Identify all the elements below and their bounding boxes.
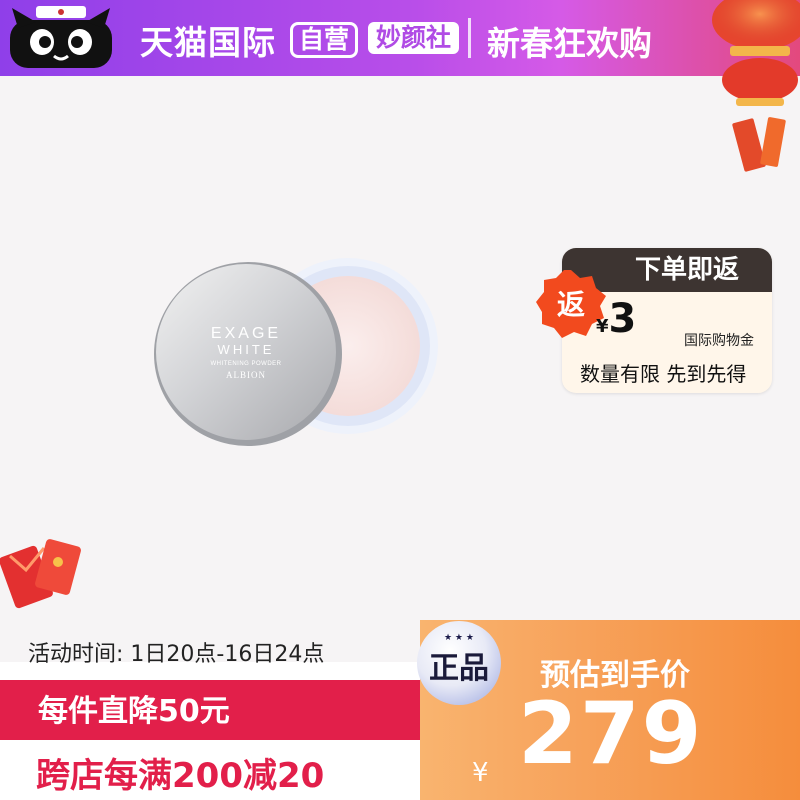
authentic-badge: ★ ★ ★ 正品 <box>417 621 501 705</box>
rebate-subtitle: 国际购物金 <box>684 333 754 349</box>
festival-title: 新春狂欢购 <box>487 24 652 63</box>
shop-name: 妙颜社 <box>368 22 460 54</box>
red-envelope-decoration <box>0 539 81 609</box>
product-image: EXAGE WHITE WHITENING POWDER ALBION <box>154 258 438 446</box>
tmall-cat-logo <box>10 6 112 68</box>
lid-brand: EXAGE <box>211 325 281 342</box>
rebate-limit: 数量有限 先到先得 <box>580 362 747 386</box>
rebate-amount: ¥3 <box>596 296 636 342</box>
price-value: 279 <box>518 684 704 784</box>
lid-maker: ALBION <box>226 370 266 380</box>
lid-line: WHITE <box>218 342 275 357</box>
rebate-currency: ¥ <box>596 316 609 337</box>
lantern-decoration <box>712 0 800 172</box>
authentic-badge-text: 正品 <box>429 651 489 686</box>
rebate-badge-text: 返 <box>557 288 585 321</box>
deal-text: 每件直降50元 <box>38 694 230 729</box>
rebate-value: 3 <box>608 296 637 342</box>
svg-text:★ ★ ★: ★ ★ ★ <box>444 633 474 643</box>
lid-desc: WHITENING POWDER <box>211 361 282 367</box>
cross-store-discount: 跨店每满200减20 <box>36 756 325 796</box>
header-divider <box>468 18 471 58</box>
campaign-time: 活动时间: 1日20点-16日24点 <box>28 642 325 667</box>
self-operated-badge: 自营 <box>290 22 359 58</box>
price-currency: ¥ <box>472 758 489 788</box>
brand-title: 天猫国际 <box>140 23 276 62</box>
